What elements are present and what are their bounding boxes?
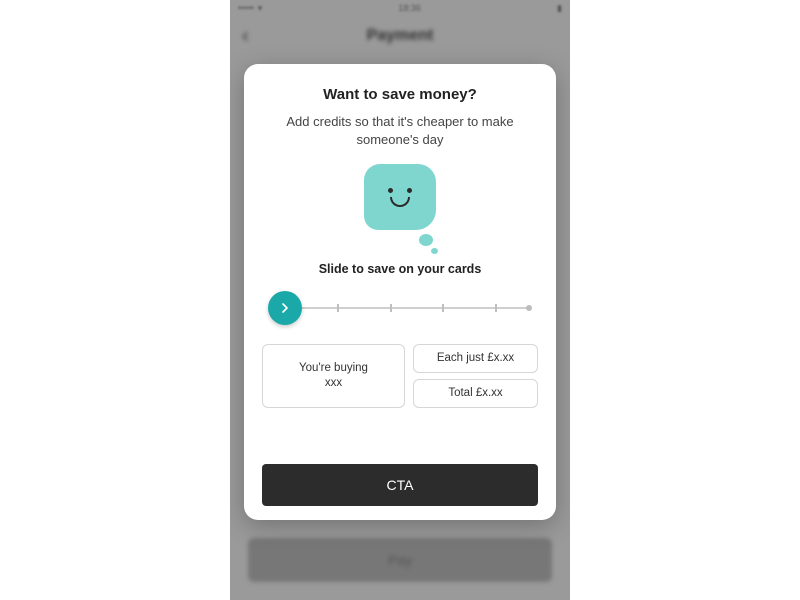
page-title: Payment — [367, 27, 434, 45]
status-bar: ••••• ▾ 18:36 ▮ — [230, 0, 570, 16]
mascot-face-icon — [364, 164, 436, 230]
slider-end-tick — [526, 305, 532, 311]
slider-label: Slide to save on your cards — [262, 262, 538, 276]
slider-thumb[interactable] — [268, 291, 302, 325]
save-money-modal: Want to save money? Add credits so that … — [244, 64, 556, 520]
cta-button[interactable]: CTA — [262, 464, 538, 506]
modal-subtitle: Add credits so that it's cheaper to make… — [262, 113, 538, 148]
chevron-right-icon — [280, 303, 290, 313]
carrier-dots: ••••• — [238, 3, 254, 13]
cta-label: CTA — [387, 477, 414, 493]
modal-title: Want to save money? — [262, 86, 538, 103]
thought-bubble-icon — [419, 234, 433, 246]
slider-tick — [495, 304, 497, 312]
each-price-box: Each just £x.xx — [413, 344, 538, 373]
thought-bubble-small-icon — [431, 248, 438, 254]
wifi-icon: ▾ — [258, 3, 263, 14]
slider-track — [284, 307, 528, 309]
background-pay-button[interactable]: Pay — [248, 538, 552, 582]
total-price-box: Total £x.xx — [413, 379, 538, 408]
slider-tick — [442, 304, 444, 312]
battery-icon: ▮ — [557, 3, 562, 14]
slider-tick — [337, 304, 339, 312]
back-button[interactable]: ‹ — [242, 25, 249, 48]
nav-bar: ‹ Payment — [230, 16, 570, 56]
buying-label: You're buying — [299, 361, 368, 376]
total-price-label: Total £x.xx — [448, 386, 502, 401]
mascot-illustration — [262, 164, 538, 248]
buying-box: You're buying xxx — [262, 344, 405, 408]
background-pay-label: Pay — [388, 552, 412, 568]
credits-slider[interactable] — [268, 290, 532, 326]
slider-tick — [390, 304, 392, 312]
status-time: 18:36 — [398, 3, 421, 13]
buying-value: xxx — [325, 376, 342, 391]
each-price-label: Each just £x.xx — [437, 351, 514, 366]
summary-row: You're buying xxx Each just £x.xx Total … — [262, 344, 538, 408]
phone-frame: ••••• ▾ 18:36 ▮ ‹ Payment Pay Want to sa… — [230, 0, 570, 600]
